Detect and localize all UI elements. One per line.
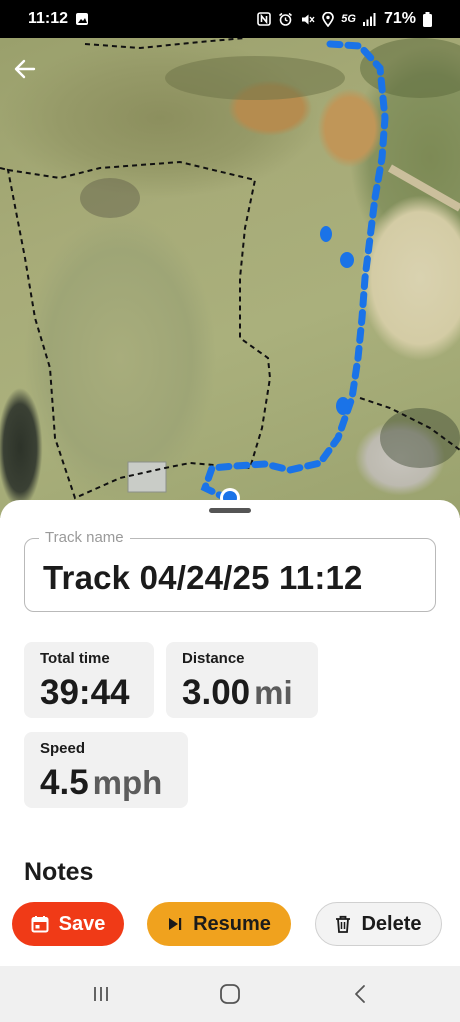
drag-handle[interactable] bbox=[209, 508, 251, 513]
track-name-input[interactable]: Track 04/24/25 11:12 bbox=[43, 559, 363, 597]
back-button[interactable] bbox=[14, 58, 54, 98]
location-icon bbox=[322, 11, 335, 27]
total-time-value-row: 39:44 bbox=[40, 673, 154, 713]
distance-unit: mi bbox=[254, 674, 293, 711]
field-boundary-north bbox=[84, 38, 246, 50]
status-bar: 11:12 5G 71% bbox=[0, 0, 460, 38]
save-label: Save bbox=[58, 912, 106, 935]
home-icon bbox=[220, 984, 240, 1004]
calendar-icon bbox=[31, 916, 49, 933]
tree-line bbox=[165, 56, 345, 100]
delete-label: Delete bbox=[361, 912, 422, 935]
field-boundary-west bbox=[6, 160, 272, 500]
recent-apps-icon bbox=[94, 987, 108, 1001]
image-icon bbox=[75, 12, 89, 26]
home-button[interactable] bbox=[210, 980, 250, 1008]
track-point bbox=[340, 252, 354, 268]
status-time: 11:12 bbox=[28, 10, 69, 27]
track-name-field[interactable]: Track name Track 04/24/25 11:12 bbox=[24, 529, 436, 612]
tree-cluster bbox=[360, 38, 460, 98]
status-right: 5G 71% bbox=[257, 10, 432, 28]
recorded-track bbox=[200, 40, 389, 504]
speed-label: Speed bbox=[40, 740, 86, 757]
signal-icon bbox=[362, 12, 377, 26]
track-point bbox=[320, 226, 332, 242]
nav-back-button[interactable] bbox=[340, 980, 380, 1008]
back-icon bbox=[355, 985, 365, 1003]
resume-button[interactable]: Resume bbox=[147, 902, 291, 946]
speed-value: 4.5 bbox=[40, 763, 89, 802]
nfc-icon bbox=[257, 12, 272, 26]
distance-card: Distance 3.00 mi bbox=[166, 642, 318, 718]
mute-icon bbox=[300, 12, 315, 27]
map-overlay bbox=[0, 38, 460, 508]
status-left: 11:12 bbox=[28, 10, 89, 28]
road bbox=[388, 164, 460, 212]
arrow-left-icon bbox=[14, 59, 36, 79]
total-time-label: Total time bbox=[40, 650, 110, 667]
speed-value-row: 4.5 mph bbox=[40, 763, 188, 803]
trash-icon bbox=[336, 915, 351, 933]
alarm-icon bbox=[278, 12, 293, 27]
network-type: 5G bbox=[341, 13, 356, 25]
distance-label: Distance bbox=[182, 650, 245, 667]
tree-cluster-east bbox=[380, 408, 460, 468]
dark-patch bbox=[80, 178, 140, 218]
total-time-value: 39:44 bbox=[40, 673, 130, 712]
notes-heading: Notes bbox=[24, 858, 94, 886]
total-time-card: Total time 39:44 bbox=[24, 642, 154, 718]
track-name-label: Track name bbox=[39, 529, 130, 546]
battery-percent: 71% bbox=[383, 10, 416, 27]
recent-apps-button[interactable] bbox=[81, 980, 121, 1008]
play-next-icon bbox=[169, 918, 182, 930]
track-point bbox=[336, 397, 350, 415]
track-details-sheet: Track name Track 04/24/25 11:12 Total ti… bbox=[0, 500, 460, 966]
system-nav-bar bbox=[0, 966, 460, 1022]
map-view[interactable] bbox=[0, 38, 460, 518]
battery-icon bbox=[423, 11, 432, 27]
distance-value-row: 3.00 mi bbox=[182, 673, 318, 713]
distance-value: 3.00 bbox=[182, 673, 251, 712]
resume-label: Resume bbox=[193, 912, 271, 935]
speed-unit: mph bbox=[92, 764, 163, 801]
save-button[interactable]: Save bbox=[12, 902, 124, 946]
speed-card: Speed 4.5 mph bbox=[24, 732, 188, 808]
building bbox=[127, 461, 167, 493]
delete-button[interactable]: Delete bbox=[315, 902, 442, 946]
